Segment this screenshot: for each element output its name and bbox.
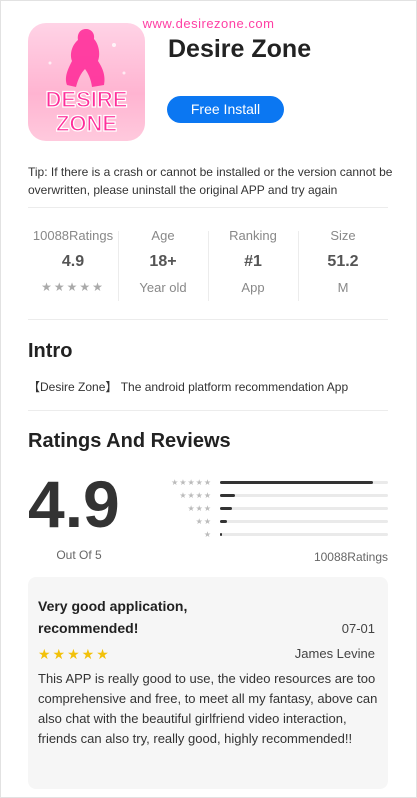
stat-size: Size 51.2 M — [298, 219, 388, 319]
stat-ratings-value: 4.9 — [61, 253, 85, 270]
ratings-title: Ratings And Reviews — [28, 430, 231, 452]
rating-bar-stars: ★ — [203, 530, 212, 539]
rating-bar-row: ★★★★ — [160, 489, 388, 502]
divider — [28, 319, 388, 320]
stat-age: Age 18+ Year old — [118, 219, 208, 319]
free-install-button[interactable]: Free Install — [167, 96, 284, 123]
rating-bar-fill — [220, 494, 236, 497]
stat-ranking-value: #1 — [244, 253, 262, 270]
rating-bar-track — [220, 533, 388, 536]
review-body: This APP is really good to use, the vide… — [38, 671, 378, 746]
rating-bar-fill — [220, 481, 373, 484]
rating-bar-stars: ★★★★★ — [171, 478, 212, 487]
rating-bar-row: ★★ — [160, 515, 388, 528]
app-icon-word-desire: DESIRE — [46, 87, 128, 112]
app-icon: DESIRE ZONE — [28, 23, 145, 141]
stat-ratings-label: 10088Ratings — [32, 228, 114, 243]
stat-age-label: Age — [151, 228, 175, 243]
stat-ratings-stars: ★★★★★ — [41, 280, 105, 294]
rating-bar-stars: ★★ — [195, 517, 212, 526]
app-header: DESIRE ZONE Desire Zone Free Install — [28, 23, 398, 143]
stat-age-value: 18+ — [149, 253, 177, 270]
rating-bar-row: ★★★ — [160, 502, 388, 515]
divider — [28, 410, 388, 411]
review-date: 07-01 — [341, 621, 375, 636]
rating-distribution: ★★★★★ ★★★★ ★★★ ★★ ★ — [160, 476, 388, 541]
rating-bar-fill — [220, 507, 232, 510]
stat-ranking-sub: App — [241, 280, 265, 295]
rating-bar-track — [220, 481, 388, 484]
rating-bar-track — [220, 494, 388, 497]
stat-ranking-label: Ranking — [229, 228, 277, 243]
rating-bar-fill — [220, 520, 227, 523]
install-tip: Tip: If there is a crash or cannot be in… — [28, 165, 393, 197]
stat-size-value: 51.2 — [327, 253, 359, 270]
stats-row: 10088Ratings 4.9 ★★★★★ Age 18+ Year old … — [28, 219, 388, 319]
ratings-count: 10088Ratings — [313, 550, 388, 564]
rating-score: 4.9 — [28, 467, 120, 541]
review-stars: ★★★★★ — [38, 646, 111, 662]
stat-size-label: Size — [330, 228, 356, 243]
rating-bar-stars: ★★★ — [187, 504, 212, 513]
intro-text: 【Desire Zone】 The android platform recom… — [28, 380, 349, 394]
rating-bar-track — [220, 520, 388, 523]
rating-bar-fill — [220, 533, 222, 536]
stat-size-sub: M — [337, 280, 349, 295]
stat-ranking: Ranking #1 App — [208, 219, 298, 319]
review-card: Very good application, recommended! 07-0… — [28, 577, 388, 789]
rating-out-of: Out Of 5 — [56, 548, 102, 562]
app-logo-graphic: DESIRE ZONE — [45, 29, 128, 137]
intro-title: Intro — [28, 340, 73, 362]
rating-bar-stars: ★★★★ — [179, 491, 212, 500]
app-title: Desire Zone — [168, 35, 312, 63]
review-author: James Levine — [294, 646, 375, 661]
rating-bar-row: ★★★★★ — [160, 476, 388, 489]
review-title: Very good application, recommended! — [38, 598, 188, 636]
stat-age-sub: Year old — [139, 280, 187, 295]
rating-bar-row: ★ — [160, 528, 388, 541]
stat-ratings: 10088Ratings 4.9 ★★★★★ — [28, 219, 118, 319]
app-icon-word-zone: ZONE — [56, 111, 117, 136]
divider — [28, 207, 388, 208]
rating-bar-track — [220, 507, 388, 510]
